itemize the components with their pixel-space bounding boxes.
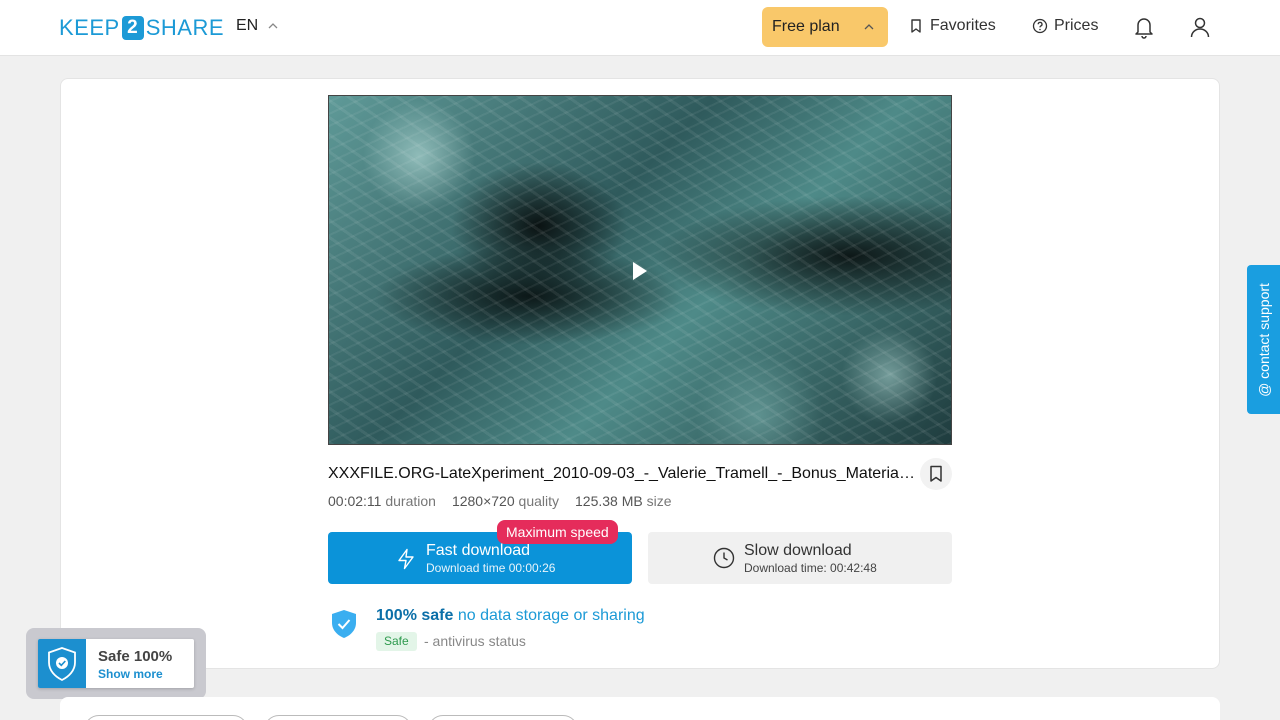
chevron-up-icon bbox=[268, 23, 278, 29]
help-circle-icon bbox=[1032, 18, 1048, 34]
safe-widget-card[interactable]: Safe 100% Show more bbox=[38, 639, 194, 688]
safe-widget-title: Safe 100% bbox=[98, 648, 173, 665]
bottom-pill[interactable] bbox=[84, 715, 248, 720]
bottom-pill[interactable] bbox=[428, 715, 578, 720]
contact-support-tab[interactable]: @ contact support bbox=[1247, 265, 1280, 414]
language-label: EN bbox=[236, 17, 259, 34]
logo-badge: 2 bbox=[121, 16, 144, 40]
fast-download-title: Fast download bbox=[426, 542, 531, 559]
safety-statement: 100% safe no data storage or sharing bbox=[376, 607, 645, 625]
safety-rest: no data storage or sharing bbox=[453, 607, 645, 624]
add-to-favorites-button[interactable] bbox=[920, 458, 952, 490]
slow-download-title: Slow download bbox=[744, 542, 852, 559]
size-label: size bbox=[646, 493, 672, 509]
maximum-speed-badge: Maximum speed bbox=[497, 520, 618, 544]
free-plan-button[interactable]: Free plan bbox=[762, 7, 888, 47]
video-preview[interactable] bbox=[328, 95, 952, 445]
keep2share-logo[interactable]: KEEP 2 SHARE bbox=[59, 15, 224, 40]
play-icon[interactable] bbox=[633, 262, 647, 280]
contact-support-label: @ contact support bbox=[1255, 282, 1272, 397]
show-more-link[interactable]: Show more bbox=[98, 667, 163, 681]
safe-widget-icon-box bbox=[38, 639, 86, 688]
safety-bold: 100% safe bbox=[376, 607, 454, 624]
file-name: XXXFILE.ORG-LateXperiment_2010-09-03_-_V… bbox=[328, 465, 918, 482]
safe-widget: Safe 100% Show more bbox=[26, 628, 206, 699]
user-icon[interactable] bbox=[1189, 15, 1211, 39]
bell-icon[interactable] bbox=[1133, 15, 1155, 39]
fast-download-time: Download time 00:00:26 bbox=[426, 561, 556, 575]
duration-meta: 00:02:11 duration bbox=[328, 493, 436, 509]
slow-download-button[interactable]: Slow download Download time: 00:42:48 bbox=[648, 532, 952, 584]
file-meta: 00:02:11 duration 1280×720 quality 125.3… bbox=[328, 493, 672, 509]
shield-check-icon bbox=[332, 610, 356, 638]
size-value: 125.38 MB bbox=[575, 493, 643, 509]
top-header: KEEP 2 SHARE EN Free plan Favorites Pric… bbox=[0, 0, 1280, 56]
size-meta: 125.38 MB size bbox=[575, 493, 672, 509]
language-selector[interactable]: EN bbox=[236, 17, 278, 35]
quality-meta: 1280×720 quality bbox=[452, 493, 559, 509]
quality-label: quality bbox=[518, 493, 559, 509]
favorites-label: Favorites bbox=[930, 17, 996, 34]
bottom-pill[interactable] bbox=[264, 715, 412, 720]
slow-download-time: Download time: 00:42:48 bbox=[744, 561, 877, 575]
bookmark-icon bbox=[930, 465, 942, 482]
duration-label: duration bbox=[385, 493, 436, 509]
lightning-icon bbox=[398, 548, 414, 570]
clock-icon bbox=[713, 547, 735, 569]
free-plan-label: Free plan bbox=[772, 18, 840, 35]
bookmark-icon bbox=[911, 19, 921, 33]
shield-check-icon bbox=[48, 646, 76, 681]
logo-text-right: SHARE bbox=[145, 15, 224, 40]
bottom-section bbox=[60, 697, 1220, 720]
favorites-link[interactable]: Favorites bbox=[908, 17, 996, 35]
chevron-up-icon bbox=[864, 24, 874, 30]
prices-label: Prices bbox=[1054, 17, 1099, 34]
antivirus-status-label: - antivirus status bbox=[424, 633, 526, 649]
logo-text-left: KEEP bbox=[59, 15, 120, 40]
duration-value: 00:02:11 bbox=[328, 493, 382, 509]
prices-link[interactable]: Prices bbox=[1032, 17, 1098, 35]
quality-value: 1280×720 bbox=[451, 493, 515, 509]
antivirus-safe-badge: Safe bbox=[376, 632, 417, 651]
